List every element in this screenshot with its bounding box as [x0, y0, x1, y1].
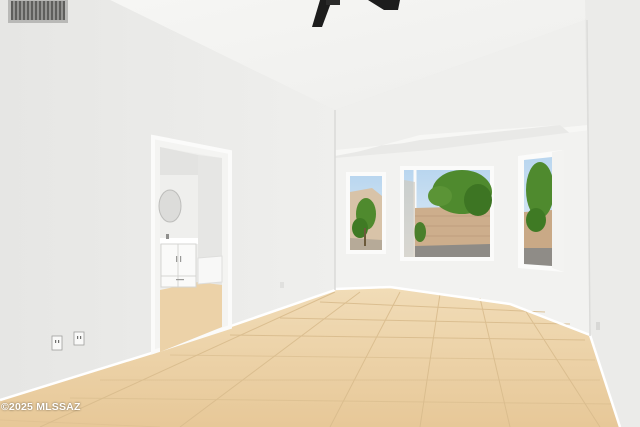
bathroom-vanity: [160, 234, 198, 288]
outlet-right-wall: [596, 322, 600, 330]
bathtub: [197, 255, 223, 285]
mirror-icon: [158, 189, 182, 223]
photo-watermark: ©2025 MLSSAZ: [1, 401, 81, 413]
window-right: [518, 150, 564, 272]
outlet-back-wall: [280, 282, 284, 288]
bathroom-doorway: [151, 134, 232, 355]
window-center: [400, 166, 494, 261]
room-scene: [0, 0, 640, 427]
window-left: [346, 172, 386, 254]
air-vent-icon: [8, 0, 68, 23]
room-photo: ©2025 MLSSAZ: [0, 0, 640, 427]
